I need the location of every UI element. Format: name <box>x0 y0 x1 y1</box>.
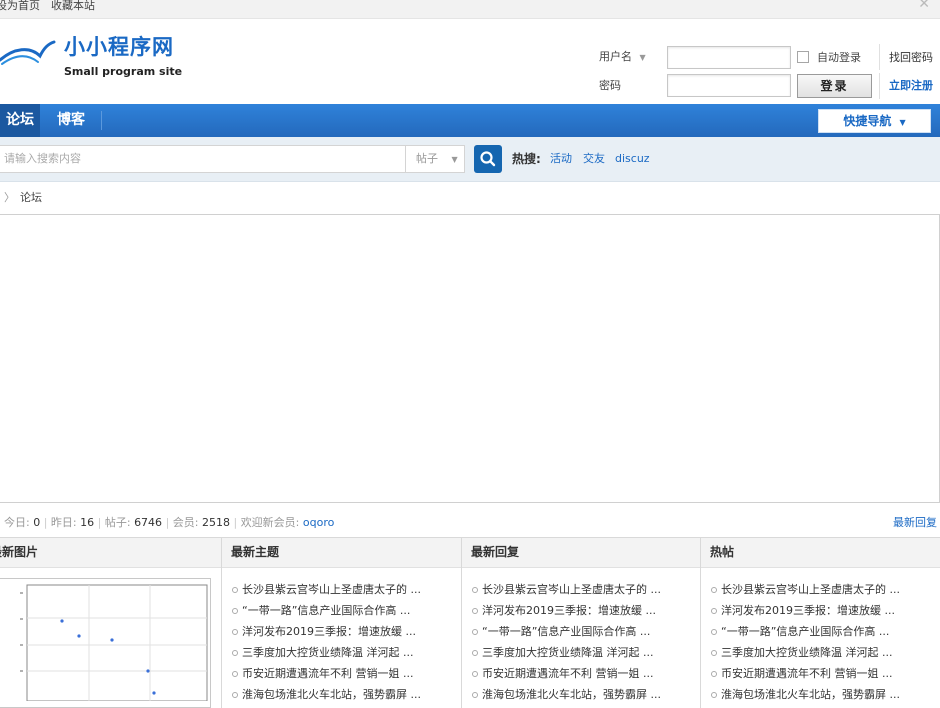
password-input[interactable] <box>667 74 791 97</box>
close-icon[interactable]: ✕ <box>918 0 930 11</box>
latest-replies-link[interactable]: 最新回复 <box>893 516 937 530</box>
list-item[interactable]: 币安近期遭遇流年不利 营销一姐 ... <box>711 664 900 685</box>
stat-welcome-label: 欢迎新会员: <box>240 516 300 529</box>
search-input[interactable]: 请输入搜索内容 <box>0 145 406 173</box>
list-item[interactable]: 淮海包场淮北火车北站，强势霸屏 ... <box>472 685 661 706</box>
nav-item-blog[interactable]: 博客 <box>57 104 85 137</box>
stat-today-label: 今日: <box>4 516 30 529</box>
panel-title: 热帖 <box>710 545 735 559</box>
latest-topics-list: 长沙县紫云宫岑山上圣虚唐太子的 ... “一带一路”信息产业国际合作高 ... … <box>232 580 421 706</box>
hot-search-item[interactable]: 活动 <box>550 152 572 166</box>
chevron-down-icon: ▼ <box>451 155 458 164</box>
panel-header-latest-topics: 最新主题 <box>222 538 461 568</box>
bookmark-link[interactable]: 收藏本站 <box>51 0 95 12</box>
forum-stats: 今日: 0 | 昨日: 16 | 帖子: 6746 | 会员: 2518 | 欢… <box>4 516 334 530</box>
hot-search-item[interactable]: discuz <box>615 152 650 166</box>
list-item[interactable]: 币安近期遭遇流年不利 营销一姐 ... <box>232 664 421 685</box>
stat-posts-label: 帖子: <box>104 516 131 529</box>
logo-icon <box>0 40 56 65</box>
new-member-link[interactable]: oqoro <box>303 516 334 529</box>
stat-yesterday-value: 16 <box>80 516 95 529</box>
list-item[interactable]: 长沙县紫云宫岑山上圣虚唐太子的 ... <box>232 580 421 601</box>
list-item[interactable]: 洋河发布2019三季报：增速放缓 ... <box>232 622 421 643</box>
divider <box>101 111 102 130</box>
stat-members-label: 会员: <box>172 516 199 529</box>
list-item[interactable]: 币安近期遭遇流年不利 营销一姐 ... <box>472 664 661 685</box>
latest-replies-list: 长沙县紫云宫岑山上圣虚唐太子的 ... 洋河发布2019三季报：增速放缓 ...… <box>472 580 661 706</box>
list-item[interactable]: 长沙县紫云宫岑山上圣虚唐太子的 ... <box>472 580 661 601</box>
username-label[interactable]: 用户名 ▼ <box>599 50 646 65</box>
stat-members-value: 2518 <box>201 516 230 529</box>
list-item[interactable]: 淮海包场淮北火车北站，强势霸屏 ... <box>232 685 421 706</box>
find-password-link[interactable]: 找回密码 <box>889 51 933 65</box>
hot-search-item[interactable]: 交友 <box>583 152 605 166</box>
search-icon <box>480 151 496 167</box>
list-item[interactable]: 洋河发布2019三季报：增速放缓 ... <box>472 601 661 622</box>
breadcrumb-separator-icon: 〉 <box>4 191 15 204</box>
hot-search-label: 热搜: <box>512 152 541 166</box>
hot-posts-list: 长沙县紫云宫岑山上圣虚唐太子的 ... 洋河发布2019三季报：增速放缓 ...… <box>711 580 900 706</box>
divider <box>879 44 880 70</box>
auto-login-checkbox[interactable] <box>797 51 809 63</box>
username-input[interactable] <box>667 46 791 69</box>
list-item[interactable]: 三季度加大控货业绩降温 洋河起 ... <box>711 643 900 664</box>
top-bar: 设为首页 收藏本站 ✕ <box>0 0 940 19</box>
set-home-link[interactable]: 设为首页 <box>0 0 40 12</box>
breadcrumb: 〉论坛 <box>4 191 42 205</box>
latest-picture-thumbnail[interactable] <box>0 578 211 708</box>
search-bar: 请输入搜索内容 帖子 ▼ 热搜: 活动 交友 discuz <box>0 137 940 182</box>
site-logo-subtitle: Small program site <box>64 65 183 78</box>
breadcrumb-forum[interactable]: 论坛 <box>20 191 42 204</box>
search-type-select[interactable]: 帖子 ▼ <box>405 145 465 173</box>
divider: | <box>233 516 241 529</box>
login-button[interactable]: 登录 <box>797 74 872 98</box>
list-item[interactable]: “一带一路”信息产业国际合作高 ... <box>711 622 900 643</box>
caret-down-icon: ▼ <box>899 118 906 127</box>
stat-posts-value: 6746 <box>134 516 163 529</box>
divider <box>879 73 880 99</box>
search-type-label: 帖子 <box>416 152 438 165</box>
site-logo-title[interactable]: 小小程序网 <box>64 35 174 59</box>
panel-title: 最新回复 <box>471 545 520 559</box>
list-item[interactable]: “一带一路”信息产业国际合作高 ... <box>232 601 421 622</box>
stat-yesterday-label: 昨日: <box>50 516 77 529</box>
chevron-down-icon: ▼ <box>639 53 646 62</box>
divider: | <box>165 516 173 529</box>
divider: | <box>97 516 105 529</box>
register-link[interactable]: 立即注册 <box>889 79 933 93</box>
list-item[interactable]: 三季度加大控货业绩降温 洋河起 ... <box>232 643 421 664</box>
password-label: 密码 <box>599 79 621 92</box>
list-item[interactable]: 三季度加大控货业绩降温 洋河起 ... <box>472 643 661 664</box>
quick-nav-button[interactable]: 快捷导航 ▼ <box>818 109 931 133</box>
list-item[interactable]: 洋河发布2019三季报：增速放缓 ... <box>711 601 900 622</box>
quick-nav-label: 快捷导航 <box>843 114 892 128</box>
nav-item-forum[interactable]: 论坛 <box>0 104 40 137</box>
list-item[interactable]: “一带一路”信息产业国际合作高 ... <box>472 622 661 643</box>
panel-header-hot: 热帖 <box>701 538 940 568</box>
search-button[interactable] <box>474 145 502 173</box>
auto-login-label[interactable]: 自动登录 <box>817 51 861 65</box>
panel-header-pictures: 最新图片 <box>0 538 221 568</box>
stat-today-value: 0 <box>33 516 41 529</box>
divider: | <box>43 516 51 529</box>
list-item[interactable]: 淮海包场淮北火车北站，强势霸屏 ... <box>711 685 900 706</box>
content-area <box>0 214 940 503</box>
panel-title: 最新图片 <box>0 545 39 559</box>
panel-title: 最新主题 <box>231 545 280 559</box>
main-nav: 论坛 博客 快捷导航 ▼ <box>0 104 940 137</box>
scatter-plot-thumbnail-image <box>20 584 208 702</box>
panel-header-latest-replies: 最新回复 <box>462 538 700 568</box>
list-item[interactable]: 长沙县紫云宫岑山上圣虚唐太子的 ... <box>711 580 900 601</box>
